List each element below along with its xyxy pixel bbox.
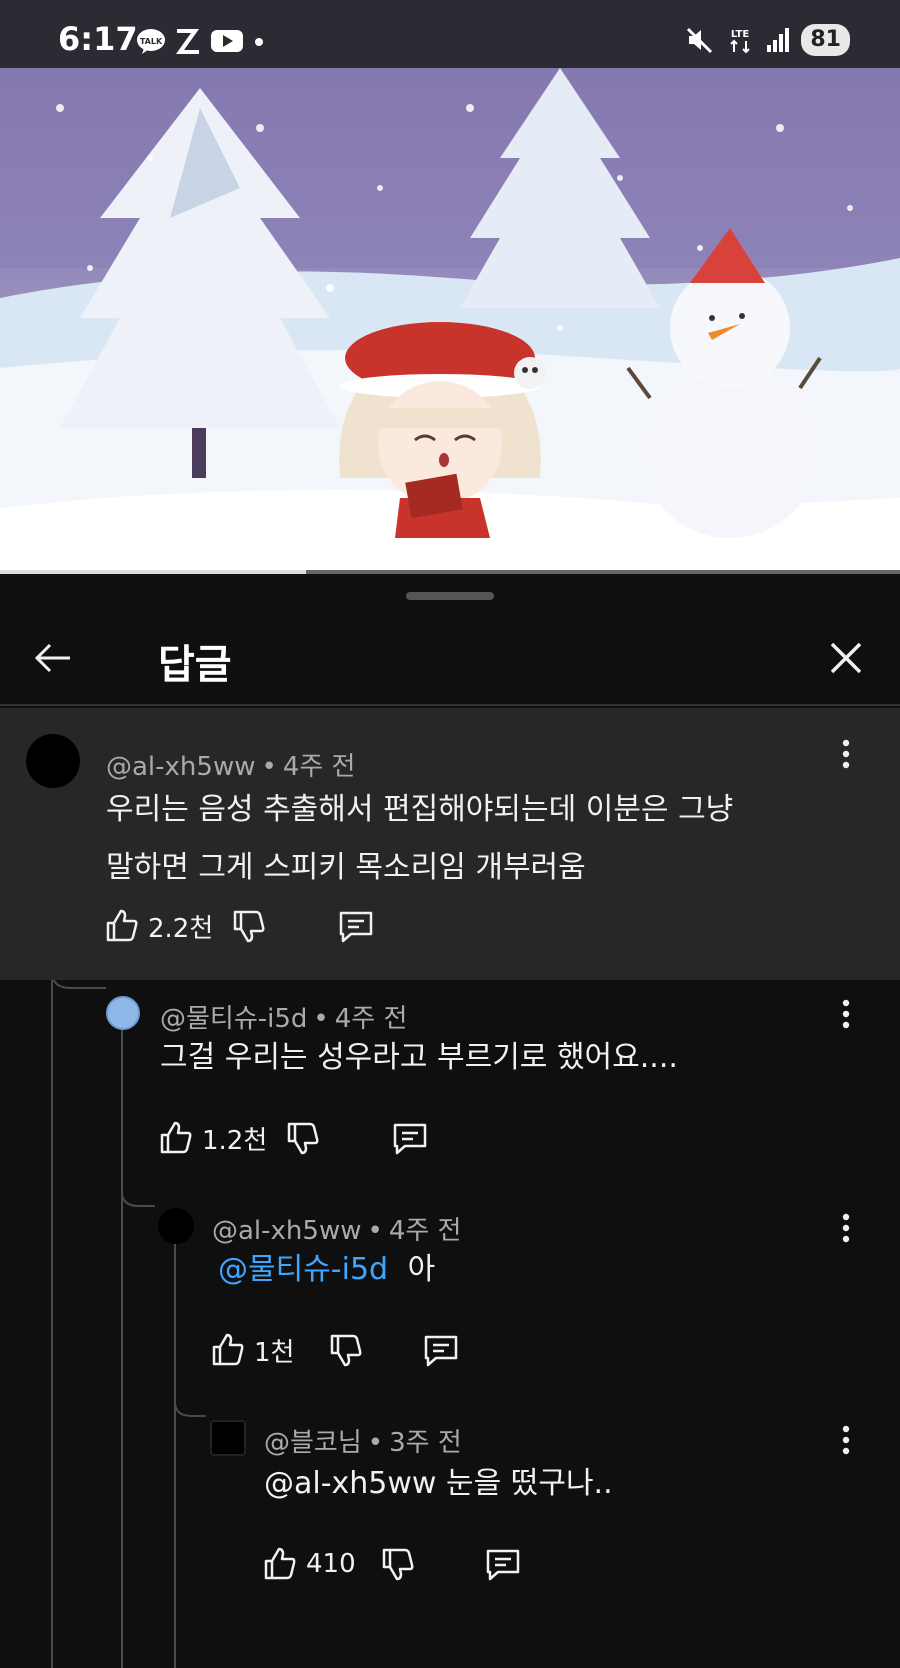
status-time: 6:17 [58,20,138,58]
thumbs-down-icon [331,1334,362,1367]
replies-panel: 답글 @al-xh5ww • 4주 전 우리는 음성 추출해서 편집해야되는데 이분… [0,576,900,1668]
like-count: 410 [306,1549,356,1579]
reply-icon [486,1549,519,1581]
panel-header: 답글 [0,606,900,706]
reply-button[interactable] [391,1120,429,1156]
reply-icon [340,911,373,943]
reply-button[interactable] [337,908,375,944]
thumbs-up-icon [106,909,138,942]
parent-comment: @al-xh5ww • 4주 전 우리는 음성 추출해서 편집해야되는데 이분은 그… [0,708,900,980]
back-button[interactable] [30,634,78,682]
more-vert-icon [842,999,850,1029]
comment-time: 4주 전 [334,1004,408,1034]
more-options-button[interactable] [826,1208,866,1248]
arrow-left-icon [34,643,70,673]
video-progress-fill [0,570,306,574]
reply-comment: @블코님 • 3주 전 @al-xh5ww 눈을 떴구나.. 410 [0,1404,900,1624]
thumbs-down-icon [382,1548,414,1581]
mention-link[interactable]: @물티슈-i5d [218,1252,388,1287]
like-button[interactable]: 410 [262,1546,356,1582]
svg-text:LTE: LTE [731,29,750,40]
avatar[interactable] [26,734,80,788]
notification-icons: TALK [136,26,266,56]
more-vert-icon [842,1213,850,1243]
comment-time: 4주 전 [388,1216,462,1246]
comment-meta: @물티슈-i5d • 4주 전 [160,1004,408,1034]
comment-text: @al-xh5ww 눈을 떴구나.. [264,1466,613,1501]
comment-author[interactable]: @al-xh5ww [212,1216,361,1246]
more-options-button[interactable] [826,994,866,1034]
dislike-button[interactable] [380,1546,416,1582]
video-frame-illustration [0,68,900,574]
comment-time: 3주 전 [389,1428,462,1458]
z-app-icon [176,29,199,54]
comment-time: 4주 전 [282,752,356,782]
video-player[interactable] [0,68,900,574]
like-button[interactable]: 1.2천 [158,1120,267,1157]
video-progress-bar[interactable] [0,570,900,574]
comment-actions: 1천 [210,1328,460,1372]
like-count: 1.2천 [202,1125,268,1156]
battery-indicator: 81 [801,24,850,56]
system-icons: LTE 81 [685,22,850,58]
kakaotalk-icon: TALK [137,29,165,54]
reply-comment: @al-xh5ww • 4주 전 @물티슈-i5d 아 1천 [0,1190,900,1404]
comment-author[interactable]: @물티슈-i5d [160,1004,307,1034]
avatar[interactable] [158,1208,194,1244]
lte-icon: LTE [730,29,751,54]
more-vert-icon [842,1425,850,1455]
youtube-icon [211,30,243,52]
dislike-button[interactable] [231,908,267,944]
comment-actions: 2.2천 [104,904,375,948]
comment-text-line: 우리는 음성 추출해서 편집해야되는데 이분은 그냥 [106,792,734,827]
comment-meta: @al-xh5ww • 4주 전 [212,1216,462,1246]
comment-text-body: 아 [407,1252,436,1287]
drag-handle[interactable] [406,592,494,600]
svg-text:TALK: TALK [140,37,163,46]
comment-text-line: 말하면 그게 스피키 목소리임 개부러움 [106,850,586,885]
comment-meta: @al-xh5ww • 4주 전 [106,752,356,782]
reply-comment: @물티슈-i5d • 4주 전 그걸 우리는 성우라고 부르기로 했어요.... 1… [0,980,900,1190]
reply-button[interactable] [484,1546,522,1582]
more-options-button[interactable] [826,734,866,774]
comment-author[interactable]: @블코님 [264,1428,362,1458]
like-button[interactable]: 2.2천 [104,908,213,945]
signal-icon [767,28,790,52]
like-button[interactable]: 1천 [210,1332,294,1369]
dislike-button[interactable] [328,1332,364,1368]
more-options-button[interactable] [826,1420,866,1460]
comment-text: 그걸 우리는 성우라고 부르기로 했어요.... [160,1040,678,1075]
like-count: 2.2천 [148,913,214,944]
page-title: 답글 [158,642,232,688]
like-count: 1천 [254,1337,295,1368]
close-icon [830,642,862,674]
thumbs-up-icon [212,1333,244,1366]
comment-text: @물티슈-i5d 아 [218,1244,435,1296]
reply-button[interactable] [422,1332,460,1368]
reply-icon [394,1123,427,1155]
comment-actions: 410 [262,1542,522,1586]
thumbs-up-icon [160,1121,192,1154]
comment-author[interactable]: @al-xh5ww [106,752,255,782]
close-button[interactable] [822,634,870,682]
thumbs-up-icon [264,1547,296,1580]
thumbs-down-icon [288,1122,319,1155]
comment-actions: 1.2천 [158,1116,429,1160]
comment-meta: @블코님 • 3주 전 [264,1428,462,1458]
status-bar: 6:17 TALK LTE 81 [0,0,900,68]
dot-icon [255,38,263,46]
avatar[interactable] [210,1420,246,1456]
more-vert-icon [842,739,850,769]
mute-icon [687,27,713,54]
dislike-button[interactable] [285,1120,321,1156]
reply-icon [425,1335,458,1367]
thumbs-down-icon [234,910,265,943]
avatar[interactable] [106,996,140,1030]
comment-text: 우리는 음성 추출해서 편집해야되는데 이분은 그냥 말하면 그게 스피키 목소… [106,784,733,894]
